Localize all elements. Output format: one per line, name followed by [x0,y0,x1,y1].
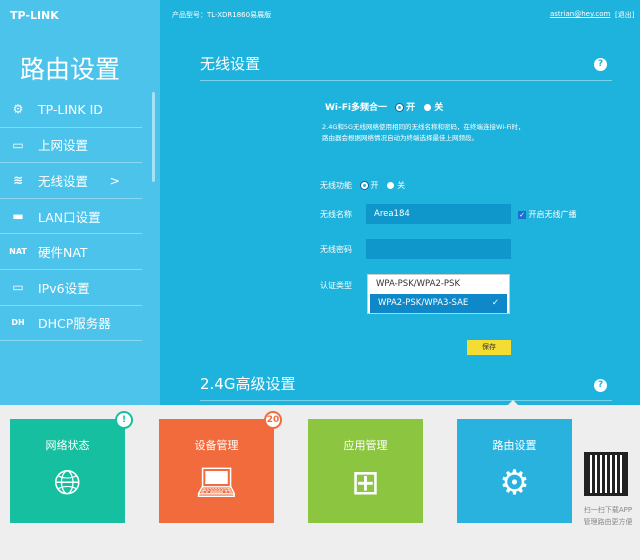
radio-label: 关 [434,103,444,113]
wireless-function-row: 无线功能 开 关 [320,180,405,191]
logout-link[interactable]: [退出] [615,10,634,20]
divider [200,400,612,401]
sidebar-item-ipv6[interactable]: ▭ IPv6设置 [0,270,142,306]
qr-code [584,452,628,496]
broadcast-checkbox[interactable]: ✓ [518,210,526,219]
sidebar-item-label: 无线设置 [38,173,89,189]
sidebar-item-tplink-id[interactable]: ⚙ TP-LINK ID [0,92,142,128]
auth-option[interactable]: WPA-PSK/WPA2-PSK [368,275,509,294]
help-icon[interactable]: ? [594,58,607,71]
broadcast-label: 开启无线广播 [528,210,577,219]
check-icon: ✓ [491,298,499,308]
gear-icon: ⚙ [499,463,530,503]
chevron-right-icon: > [109,172,120,188]
broadcast-row: ✓ 开启无线广播 [518,209,577,220]
sidebar-item-lan[interactable]: ▬ LAN口设置 [0,199,142,235]
qr-caption: 扫一扫下载APP 管理路由更方便 [578,504,638,528]
section-title: 无线设置 [200,55,261,73]
tile-network-status[interactable]: 网络状态 🌐︎! [10,411,133,523]
laptop-wifi-icon: 💻︎ [194,463,239,503]
sidebar-item-label: DHCP服务器 [38,316,111,332]
wireless-off-radio[interactable] [387,182,395,189]
sidebar: TP-LINK 路由设置 ⚙ TP-LINK ID ▭ 上网设置 ≋ 无线设置 > ▬ L… [0,0,160,405]
user-email-link[interactable]: astrian@hey.com [550,10,610,18]
tile-router-settings[interactable]: 路由设置 ⚙ [457,419,572,523]
tile-app-management[interactable]: 应用管理 ⊞ [308,419,423,523]
radio-label: 开 [370,181,379,190]
sidebar-scrollbar[interactable] [152,92,155,182]
tile-label: 路由设置 [492,439,537,452]
switch-icon: ▬ [12,209,24,224]
active-tile-pointer [507,400,519,406]
wireless-function-label: 无线功能 [320,181,352,190]
qr-caption-line: 扫一扫下载APP [583,506,633,514]
tile-label: 设备管理 [194,439,239,452]
device-count-badge: 20 [264,411,282,429]
laptop-icon: ▭ [12,280,24,295]
ssid-input[interactable]: Area184 [366,204,511,224]
product-model: 产品型号：TL-XDR1860易展版 [172,11,272,19]
auth-type-label: 认证类型 [320,281,352,290]
nat-icon: NAT [9,247,27,257]
sidebar-item-wireless[interactable]: ≋ 无线设置 > [0,163,142,199]
sidebar-item-internet[interactable]: ▭ 上网设置 [0,128,142,164]
sidebar-item-label: IPv6设置 [38,280,90,296]
sidebar-item-nat[interactable]: NAT 硬件NAT [0,234,142,270]
save-button[interactable]: 保存 [467,340,511,355]
radio-label: 关 [397,181,406,190]
auth-type-dropdown[interactable]: WPA-PSK/WPA2-PSK WPA2-PSK/WPA3-SAE ✓ [367,274,510,314]
ssid-label: 无线名称 [320,210,352,219]
sidebar-title: 路由设置 [20,55,121,84]
tp-link-logo: TP-LINK [10,9,59,22]
help-icon[interactable]: ? [594,379,607,392]
tile-label: 网络状态 [45,439,90,452]
main-panel: 产品型号：TL-XDR1860易展版 astrian@hey.com [退出] … [160,0,640,405]
dhcp-icon: DH [11,318,25,328]
auth-option-label: WPA2-PSK/WPA3-SAE [378,298,469,308]
divider [200,80,612,81]
apps-grid-icon: ⊞ [351,463,380,503]
multiband-row: Wi-Fi多频合一 开 关 [325,100,443,113]
qr-caption-line: 管理路由更方便 [583,518,633,526]
globe-icon: 🌐︎ [53,463,82,503]
laptop-icon: ▭ [12,137,24,152]
alert-badge: ! [115,411,133,429]
tile-label: 应用管理 [343,439,388,452]
password-input[interactable] [366,239,511,259]
auth-option-selected[interactable]: WPA2-PSK/WPA3-SAE ✓ [370,294,507,313]
wireless-on-radio[interactable] [360,182,368,189]
sidebar-item-label: LAN口设置 [38,209,101,225]
multiband-label: Wi-Fi多频合一 [325,103,387,113]
multiband-desc-2: 路由器会根据网络情况自动为终端选择最佳上网频段。 [322,134,478,142]
multiband-on-radio[interactable] [396,104,404,111]
sidebar-item-label: TP-LINK ID [38,101,103,117]
tile-device-management[interactable]: 设备管理 💻︎ 20 [159,411,282,523]
sidebar-item-dhcp[interactable]: DH DHCP服务器 [0,306,142,342]
sidebar-item-label: 上网设置 [38,138,89,154]
password-label: 无线密码 [320,245,352,254]
multiband-desc-1: 2.4G和5G无线网络使用相同的无线名称和密码，在终端连接Wi-Fi时， [322,123,525,131]
sidebar-item-label: 硬件NAT [38,245,88,261]
multiband-off-radio[interactable] [424,104,432,111]
radio-label: 开 [406,103,416,113]
gear-icon: ⚙ [12,102,24,117]
section-title: 2.4G高级设置 [200,375,296,393]
sidebar-nav: ⚙ TP-LINK ID ▭ 上网设置 ≋ 无线设置 > ▬ LAN口设置 NAT 硬件NA… [0,92,150,342]
wifi-icon: ≋ [12,173,24,188]
